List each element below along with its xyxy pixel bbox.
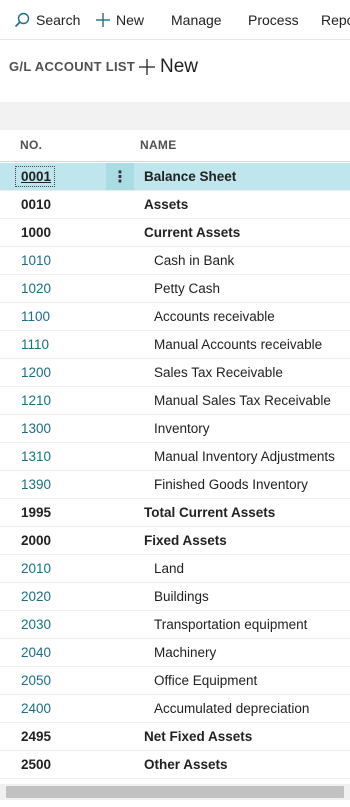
account-no[interactable]: 1000 — [21, 225, 51, 240]
account-name: Sales Tax Receivable — [154, 365, 283, 380]
table-row[interactable]: 2040 Machinery — [0, 639, 350, 667]
plus-icon — [138, 58, 156, 76]
account-name: Fixed Assets — [144, 533, 227, 548]
account-name: Finished Goods Inventory — [154, 477, 308, 492]
new-action-label: New — [116, 11, 145, 28]
account-name: Accounts receivable — [154, 309, 275, 324]
column-header-name[interactable]: NAME — [140, 138, 177, 152]
account-no[interactable]: 1200 — [21, 365, 51, 380]
account-no[interactable]: 2040 — [21, 645, 51, 660]
account-no[interactable]: 2495 — [21, 729, 51, 744]
table-row[interactable]: 2400 Accumulated depreciation — [0, 695, 350, 723]
table-row[interactable]: 2050 Office Equipment — [0, 667, 350, 695]
account-no[interactable]: 1210 — [21, 393, 51, 408]
new-action[interactable]: New — [96, 0, 145, 39]
account-no[interactable]: 1300 — [21, 421, 51, 436]
account-no[interactable]: 2030 — [21, 617, 51, 632]
account-no[interactable]: 2020 — [21, 589, 51, 604]
table-row[interactable]: 2020 Buildings — [0, 583, 350, 611]
account-no[interactable]: 2050 — [21, 673, 51, 688]
account-name: Manual Accounts receivable — [154, 337, 323, 352]
account-no[interactable]: 1010 — [21, 253, 51, 268]
account-table: 0001 ⋮ Balance Sheet 0010 Assets 1000 Current … — [0, 163, 350, 779]
new-button[interactable]: New — [138, 56, 198, 78]
table-row[interactable]: 1390 Finished Goods Inventory — [0, 471, 350, 499]
row-menu-icon[interactable]: ⋮ — [106, 163, 134, 190]
account-no[interactable]: 0010 — [21, 197, 51, 212]
table-row[interactable]: 1110 Manual Accounts receivable — [0, 331, 350, 359]
account-no[interactable]: 1995 — [21, 505, 51, 520]
plus-icon — [96, 12, 110, 27]
page-title: G/L ACCOUNT LIST — [9, 59, 136, 74]
account-name: Cash in Bank — [154, 253, 235, 268]
table-row[interactable]: 1300 Inventory — [0, 415, 350, 443]
account-name: Office Equipment — [154, 673, 258, 688]
table-row[interactable]: 1995 Total Current Assets — [0, 499, 350, 527]
manage-menu[interactable]: Manage — [171, 0, 222, 39]
table-row[interactable]: 2010 Land — [0, 555, 350, 583]
table-row[interactable]: 2495 Net Fixed Assets — [0, 723, 350, 751]
table-row[interactable]: 2030 Transportation equipment — [0, 611, 350, 639]
table-row[interactable]: 1200 Sales Tax Receivable — [0, 359, 350, 387]
filter-band — [0, 102, 350, 130]
account-name: Land — [154, 561, 185, 576]
account-name: Petty Cash — [154, 281, 221, 296]
new-button-label: New — [160, 56, 199, 77]
column-header-no[interactable]: NO. — [20, 138, 42, 152]
process-menu[interactable]: Process — [248, 0, 299, 39]
account-no[interactable]: 1020 — [21, 281, 51, 296]
header-divider — [0, 161, 350, 162]
search-action-label: Search — [36, 11, 81, 28]
table-row[interactable]: 2500 Other Assets — [0, 751, 350, 779]
account-name: Machinery — [154, 645, 217, 660]
page-header: G/L ACCOUNT LIST New — [0, 44, 350, 102]
account-name: Inventory — [154, 421, 210, 436]
account-name: Current Assets — [144, 225, 241, 240]
focus-outline — [15, 166, 55, 187]
table-row[interactable]: 2000 Fixed Assets — [0, 527, 350, 555]
scrollbar-thumb[interactable] — [6, 786, 344, 798]
account-name: Other Assets — [144, 757, 228, 772]
table-row[interactable]: 1020 Petty Cash — [0, 275, 350, 303]
table-row[interactable]: 0001 ⋮ Balance Sheet — [0, 163, 350, 191]
action-bar: Search New Manage Process Repo — [0, 0, 350, 40]
account-no[interactable]: 1110 — [21, 337, 49, 352]
horizontal-scrollbar[interactable] — [0, 784, 350, 800]
account-name: Net Fixed Assets — [144, 729, 253, 744]
account-name: Transportation equipment — [154, 617, 308, 632]
account-no[interactable]: 1310 — [21, 449, 51, 464]
account-name: Manual Inventory Adjustments — [154, 449, 335, 464]
table-row[interactable]: 0010 Assets — [0, 191, 350, 219]
account-name: Manual Sales Tax Receivable — [154, 393, 331, 408]
account-no[interactable]: 2500 — [21, 757, 51, 772]
account-name: Accumulated depreciation — [154, 701, 310, 716]
reports-menu[interactable]: Repo — [321, 0, 350, 39]
account-name: Balance Sheet — [144, 169, 237, 184]
account-no[interactable]: 2000 — [21, 533, 51, 548]
account-name: Assets — [144, 197, 189, 212]
account-no[interactable]: 1100 — [21, 309, 50, 324]
table-row[interactable]: 1100 Accounts receivable — [0, 303, 350, 331]
account-no[interactable]: 1390 — [21, 477, 51, 492]
search-icon — [14, 12, 30, 28]
table-row[interactable]: 1210 Manual Sales Tax Receivable — [0, 387, 350, 415]
table-row[interactable]: 1310 Manual Inventory Adjustments — [0, 443, 350, 471]
table-row[interactable]: 1000 Current Assets — [0, 219, 350, 247]
account-name: Buildings — [154, 589, 209, 604]
account-no[interactable]: 2400 — [21, 701, 51, 716]
account-name: Total Current Assets — [144, 505, 276, 520]
search-action[interactable]: Search — [14, 0, 81, 39]
account-no[interactable]: 2010 — [21, 561, 51, 576]
table-row[interactable]: 1010 Cash in Bank — [0, 247, 350, 275]
